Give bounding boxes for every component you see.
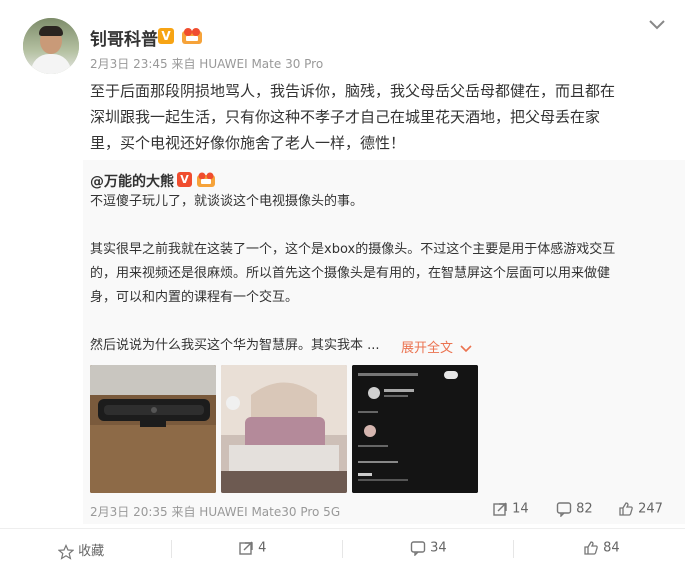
post-content: 至于后面那段阴损地骂人，我告诉你，脑残，我父母岳父岳母都健在，而且都在 深圳跟我… [90, 78, 665, 156]
post-meta: 2月3日 23:45 来自 HUAWEI Mate 30 Pro [90, 57, 324, 71]
thumbnail-living-room-photo [221, 365, 347, 493]
divider [513, 540, 514, 558]
comment-count-button[interactable]: 82 [556, 501, 593, 517]
repost-count: 4 [258, 540, 267, 556]
favorite-label: 收藏 [78, 544, 105, 559]
thumbnail-app-screenshot [352, 365, 478, 493]
like-count-button[interactable]: 247 [618, 501, 663, 517]
avatar-hair [39, 26, 63, 36]
like-button[interactable]: 84 [583, 540, 620, 556]
repost-meta: 2月3日 20:35 来自 HUAWEI Mate30 Pro 5G [90, 505, 341, 519]
repost-paragraph: 其实很早之前我就在这装了一个，这个是xbox的摄像头。不过这个主要是用于体感游戏… [90, 238, 660, 310]
comment-icon [410, 541, 426, 556]
like-icon [584, 541, 598, 555]
expand-full-text-link[interactable]: 展开全文 [401, 337, 472, 356]
repost-icon [239, 541, 253, 555]
like-icon [619, 502, 633, 516]
repost-paragraph: 然后说说为什么我买这个华为智慧屏。其实我本 ... [90, 338, 380, 353]
repost-icon [493, 502, 507, 516]
repost-count: 14 [512, 501, 529, 517]
chevron-down-icon [460, 344, 472, 352]
favorite-button[interactable]: 收藏 [58, 540, 104, 560]
repost-button[interactable]: 4 [238, 540, 266, 556]
image-thumbnail[interactable] [90, 365, 216, 493]
expand-label: 展开全文 [401, 341, 454, 356]
fan-badge-icon [197, 172, 215, 187]
fan-badge-icon [182, 28, 202, 44]
comment-count: 82 [576, 501, 593, 517]
avatar[interactable] [23, 18, 79, 74]
post-content-line: 至于后面那段阴损地骂人，我告诉你，脑残，我父母岳父岳母都健在，而且都在 [90, 82, 616, 100]
chevron-down-icon[interactable] [648, 18, 666, 32]
image-thumbnail[interactable] [352, 365, 478, 493]
author-name[interactable]: 钊哥科普 [90, 25, 158, 50]
repost-user-link[interactable]: @万能的大熊 [90, 171, 174, 191]
star-icon [58, 543, 74, 560]
verified-badge-icon: V [158, 28, 174, 44]
divider [342, 540, 343, 558]
like-count: 247 [638, 501, 663, 517]
repost-paragraph: 不逗傻子玩儿了，就谈谈这个电视摄像头的事。 [90, 194, 364, 209]
divider [171, 540, 172, 558]
post-content-line: 深圳跟我一起生活，只有你这种不孝子才自己在城里花天酒地，把父母丢在家 [90, 108, 601, 126]
post-content-line: 里，买个电视还好像你施舍了老人一样，德性！ [90, 134, 406, 152]
comment-icon [556, 502, 572, 517]
comment-count: 34 [430, 540, 447, 556]
repost-text-line: 的，用来视频还是很麻烦。所以首先这个摄像头是有用的，在智慧屏这个层面可以用来做健 [90, 266, 611, 281]
repost-text-line: 其实很早之前我就在这装了一个，这个是xbox的摄像头。不过这个主要是用于体感游戏… [90, 242, 616, 257]
comment-button[interactable]: 34 [410, 540, 447, 556]
thumbnail-kinect-photo [90, 365, 216, 493]
verified-badge-icon: V [177, 172, 192, 187]
repost-text-line: 身，可以和内置的课程有一个交互。 [90, 290, 299, 305]
repost-count-button[interactable]: 14 [492, 501, 529, 517]
like-count: 84 [603, 540, 620, 556]
image-thumbnail[interactable] [221, 365, 347, 493]
